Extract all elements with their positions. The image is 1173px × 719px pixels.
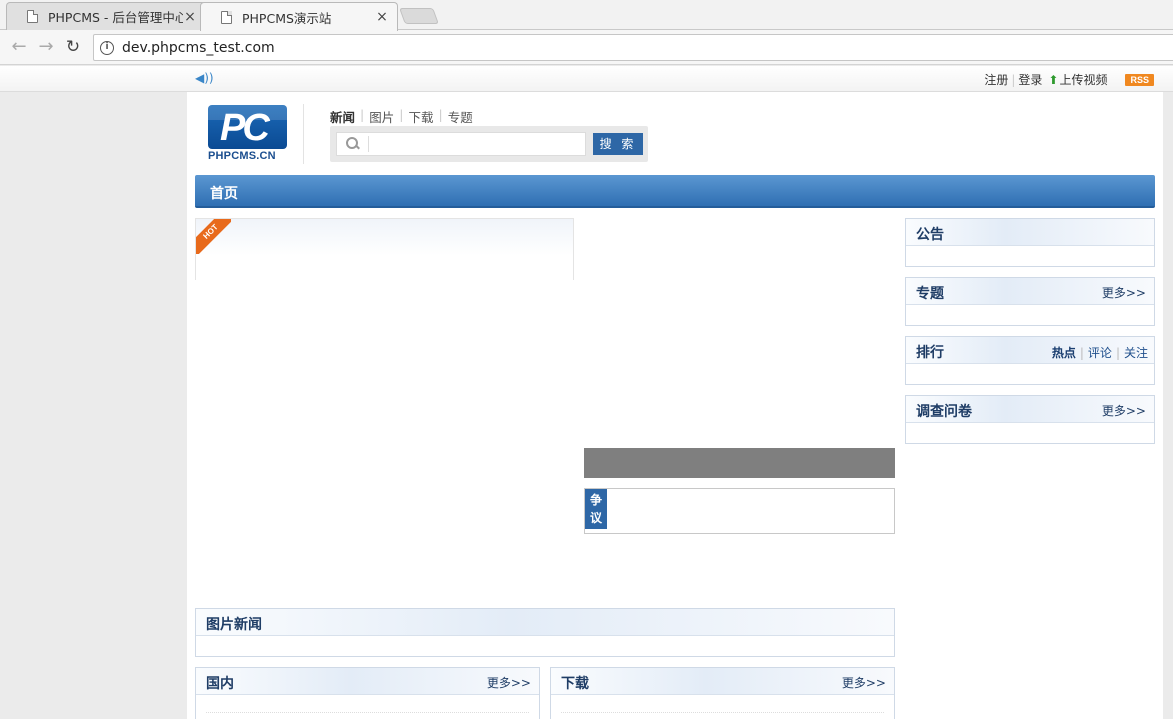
box-header: 图片新闻 [196,609,894,636]
category-nav: 新闻 | 图片 | 下载 | 专题 [330,107,478,126]
hot-label: HOT [196,219,231,254]
photo-news-box: 图片新闻 [195,608,895,657]
hot-ribbon: HOT [196,219,231,254]
domestic-box: 国内 更多>> [195,667,540,719]
search-button[interactable]: 搜 索 [593,133,643,155]
tab-follow[interactable]: 关注 [1124,346,1148,360]
divider [206,712,529,713]
tab-hot[interactable]: 热点 [1052,346,1076,360]
separator: | [1011,72,1016,87]
ranking-box: 排行 热点 | 评论 | 关注 [905,336,1155,385]
box-title: 国内 [206,676,234,692]
dispute-box: 争 议 [584,488,895,534]
box-title: 调查问卷 [916,404,972,420]
upload-icon: ⬆ [1048,72,1059,87]
browser-tab-bar: PHPCMS - 后台管理中心 × PHPCMS演示站 × [0,0,1173,31]
logo-text: PHPCMS.CN [208,150,276,162]
speaker-icon[interactable]: ◀)) [195,71,214,85]
logo-letters: PC [220,107,270,149]
main-nav: 首页 [195,175,1155,208]
more-link[interactable]: 更多>> [1102,402,1146,419]
dispute-tag-line: 议 [589,511,602,525]
info-icon[interactable]: i [100,40,114,55]
box-title: 公告 [916,227,944,243]
nav-home[interactable]: 首页 [210,183,238,203]
login-link[interactable]: 登录 [1018,71,1042,88]
ranking-tabs: 热点 | 评论 | 关注 [1052,344,1148,361]
category-downloads[interactable]: 下载 [403,107,438,126]
box-header: 排行 热点 | 评论 | 关注 [906,337,1154,364]
slideshow-caption-bar [584,448,895,478]
search-icon [345,136,361,152]
site-header: PC PHPCMS.CN 新闻 | 图片 | 下载 | 专题 搜 索 [187,92,1163,172]
box-title: 排行 [916,345,944,361]
new-tab-button[interactable] [399,8,439,24]
category-news[interactable]: 新闻 [330,107,360,126]
tab-title: PHPCMS - 后台管理中心 [48,10,183,25]
separator: | [1115,346,1120,360]
category-images[interactable]: 图片 [364,107,399,126]
tab-title: PHPCMS演示站 [242,10,332,26]
box-header: 公告 [906,219,1154,246]
box-title: 专题 [916,286,944,302]
register-link[interactable]: 注册 [984,71,1008,88]
divider [368,136,369,152]
page-icon [27,10,38,23]
search-input[interactable] [336,132,586,156]
more-link[interactable]: 更多>> [487,674,531,691]
tab-comments[interactable]: 评论 [1088,346,1112,360]
box-header: 调查问卷 更多>> [906,396,1154,423]
tab-admin[interactable]: PHPCMS - 后台管理中心 × [6,2,206,30]
special-box: 专题 更多>> [905,277,1155,326]
more-link[interactable]: 更多>> [1102,284,1146,301]
search-box: 搜 索 [330,126,648,162]
box-title: 图片新闻 [206,617,262,633]
hot-news-box: HOT [195,218,574,280]
page-container: PC PHPCMS.CN 新闻 | 图片 | 下载 | 专题 搜 索 首页 HO… [187,92,1163,719]
box-header: 下载 更多>> [551,668,894,695]
box-header: 国内 更多>> [196,668,539,695]
upload-video-link[interactable]: 上传视频 [1059,71,1107,88]
notice-box: 公告 [905,218,1155,267]
reload-button[interactable]: ↻ [62,36,84,58]
survey-box: 调查问卷 更多>> [905,395,1155,444]
close-tab-icon[interactable]: × [375,9,389,25]
divider [561,712,884,713]
rss-badge[interactable]: RSS [1125,73,1154,86]
site-logo[interactable]: PC PHPCMS.CN [208,105,287,162]
box-header: 专题 更多>> [906,278,1154,305]
dispute-tag-line: 争 [589,493,602,507]
download-box: 下载 更多>> [550,667,895,719]
page-icon [221,10,232,24]
category-special[interactable]: 专题 [443,107,478,126]
close-tab-icon[interactable]: × [183,9,197,25]
back-button[interactable]: ← [8,36,30,58]
more-link[interactable]: 更多>> [842,674,886,691]
box-title: 下载 [561,676,589,692]
separator: | [1079,346,1084,360]
address-bar: ← → ↻ i dev.phpcms_test.com [0,30,1173,65]
logo-mark: PC [208,105,287,149]
url-field[interactable]: i dev.phpcms_test.com [93,34,1173,61]
site-top-bar: ◀)) 注册 | 登录 ⬆ 上传视频 RSS [0,66,1173,92]
user-links: 注册 | 登录 ⬆ 上传视频 RSS [984,71,1154,88]
dispute-tag: 争 议 [585,489,607,529]
tab-demo-site[interactable]: PHPCMS演示站 × [200,2,398,31]
url-text[interactable]: dev.phpcms_test.com [122,40,275,56]
forward-button[interactable]: → [35,36,57,58]
divider [303,104,304,164]
